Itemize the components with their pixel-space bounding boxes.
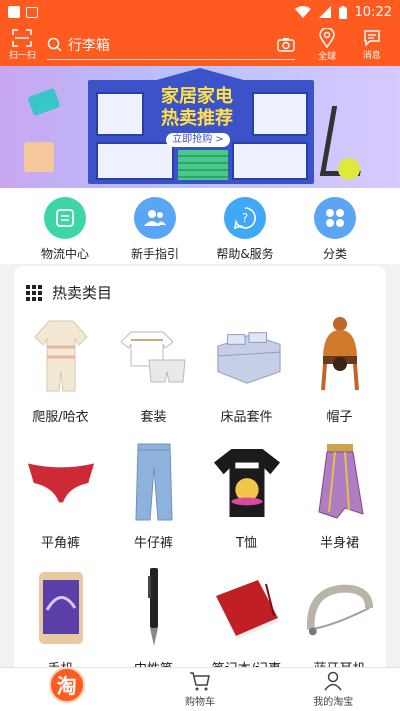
status-bar: 10:22	[0, 0, 400, 24]
banner-room-graphic	[96, 92, 144, 136]
message-button[interactable]: 消息	[349, 29, 394, 61]
jeans-icon	[119, 442, 189, 522]
romper-icon	[26, 316, 96, 396]
bottom-tab-bar: 淘 购物车 我的淘宝	[0, 666, 400, 711]
global-button[interactable]: 全球	[305, 28, 350, 62]
search-icon	[47, 37, 62, 52]
shopping-cart-icon	[189, 672, 210, 691]
signal-icon	[318, 6, 331, 18]
category-label: 爬服/哈衣	[32, 410, 89, 425]
banner-headline-line1: 家居家电	[161, 86, 233, 107]
global-label: 全球	[318, 52, 337, 62]
banner-bike-wheel-graphic	[338, 158, 360, 180]
scan-button[interactable]: 扫一扫	[6, 29, 39, 61]
quick-menu: 物流中心 新手指引 ? 帮助&服务 分类	[0, 188, 400, 264]
notification-icon	[8, 6, 20, 18]
category-item[interactable]: 半身裙	[293, 442, 386, 560]
search-input[interactable]: 行李箱	[46, 30, 295, 60]
user-profile-icon	[324, 671, 342, 691]
category-icon	[314, 197, 356, 239]
category-label: T恤	[236, 536, 257, 551]
tab-home[interactable]: 淘	[0, 666, 133, 711]
banner-cabinet-graphic	[24, 142, 54, 172]
category-item[interactable]: 笔记本/记事	[200, 568, 293, 676]
promo-banner[interactable]: 家居家电 热卖推荐 立即抢购 >	[0, 66, 400, 188]
search-placeholder: 行李箱	[67, 37, 110, 54]
hot-categories-title: 热卖类目	[52, 284, 113, 302]
category-label: 床品套件	[220, 410, 273, 425]
hot-categories-header: 热卖类目	[26, 282, 112, 303]
scan-label: 扫一扫	[8, 51, 36, 61]
category-grid: 爬服/哈衣 套装 床品套件 帽子 平角裤 牛仔裤 T恤 半身裙	[14, 316, 386, 676]
category-item[interactable]: 平角裤	[14, 442, 107, 560]
tshirt-icon	[212, 442, 282, 522]
quick-item-logistics[interactable]: 物流中心	[25, 188, 105, 264]
quick-item-label: 分类	[322, 247, 347, 261]
category-item[interactable]: T恤	[200, 442, 293, 560]
category-label: 半身裙	[319, 536, 359, 551]
svg-text:?: ?	[242, 211, 248, 225]
skirt-icon	[305, 442, 375, 522]
category-item[interactable]: 帽子	[293, 316, 386, 434]
banner-cta-button[interactable]: 立即抢购 >	[166, 133, 230, 147]
tab-mine-label: 我的淘宝	[313, 697, 354, 708]
category-item[interactable]: 套装	[107, 316, 200, 434]
banner-room-graphic	[96, 142, 174, 180]
location-pin-icon	[319, 28, 335, 48]
category-item[interactable]: 中性笔	[107, 568, 200, 676]
category-item[interactable]: 爬服/哈衣	[14, 316, 107, 434]
help-icon: ?	[224, 197, 266, 239]
headset-icon	[305, 568, 375, 648]
banner-lamp-graphic	[27, 87, 61, 117]
hot-categories-card: 热卖类目 爬服/哈衣 套装 床品套件 帽子 平角裤 牛仔裤 T恤 半身裙	[14, 266, 386, 676]
category-item[interactable]: 牛仔裤	[107, 442, 200, 560]
quick-item-label: 帮助&服务	[216, 247, 274, 261]
battery-icon	[338, 5, 347, 19]
tab-cart[interactable]: 购物车	[133, 668, 266, 711]
quick-item-help[interactable]: ? 帮助&服务	[205, 188, 285, 264]
message-label: 消息	[362, 51, 381, 61]
banner-headline-line2: 热卖推荐	[161, 108, 233, 129]
camera-icon[interactable]	[277, 37, 295, 52]
banner-stairs-graphic	[178, 150, 228, 180]
pen-icon	[119, 568, 189, 648]
quick-item-guide[interactable]: 新手指引	[115, 188, 195, 264]
category-item[interactable]: 床品套件	[200, 316, 293, 434]
underwear-icon	[26, 442, 96, 522]
category-item[interactable]: 蓝牙耳机	[293, 568, 386, 676]
quick-item-label: 新手指引	[130, 247, 179, 261]
scan-icon	[12, 29, 33, 47]
search-header: 扫一扫 行李箱 全球 消息	[0, 24, 400, 66]
outfit-set-icon	[119, 316, 189, 396]
category-label: 帽子	[326, 410, 353, 425]
banner-room-graphic	[252, 92, 308, 136]
status-time: 10:22	[354, 4, 392, 20]
category-label: 牛仔裤	[133, 536, 173, 551]
bedding-icon	[212, 316, 282, 396]
wifi-icon	[294, 6, 311, 18]
tab-cart-label: 购物车	[184, 697, 215, 708]
banner-headline: 家居家电 热卖推荐	[148, 86, 246, 130]
category-item[interactable]: 手机	[14, 568, 107, 676]
logistics-icon	[44, 197, 86, 239]
phone-icon	[26, 568, 96, 648]
image-notification-icon	[26, 6, 38, 18]
notebook-icon	[212, 568, 282, 648]
chat-bubble-icon	[363, 30, 380, 47]
hat-icon	[305, 316, 375, 396]
banner-room-graphic	[232, 142, 308, 180]
category-label: 平角裤	[40, 536, 80, 551]
quick-item-label: 物流中心	[40, 247, 89, 261]
tab-mine[interactable]: 我的淘宝	[267, 668, 400, 711]
users-icon	[134, 197, 176, 239]
quick-item-category[interactable]: 分类	[295, 188, 375, 264]
category-label: 套装	[140, 410, 167, 425]
taobao-home-icon: 淘	[48, 666, 85, 703]
grid-icon	[26, 284, 42, 301]
